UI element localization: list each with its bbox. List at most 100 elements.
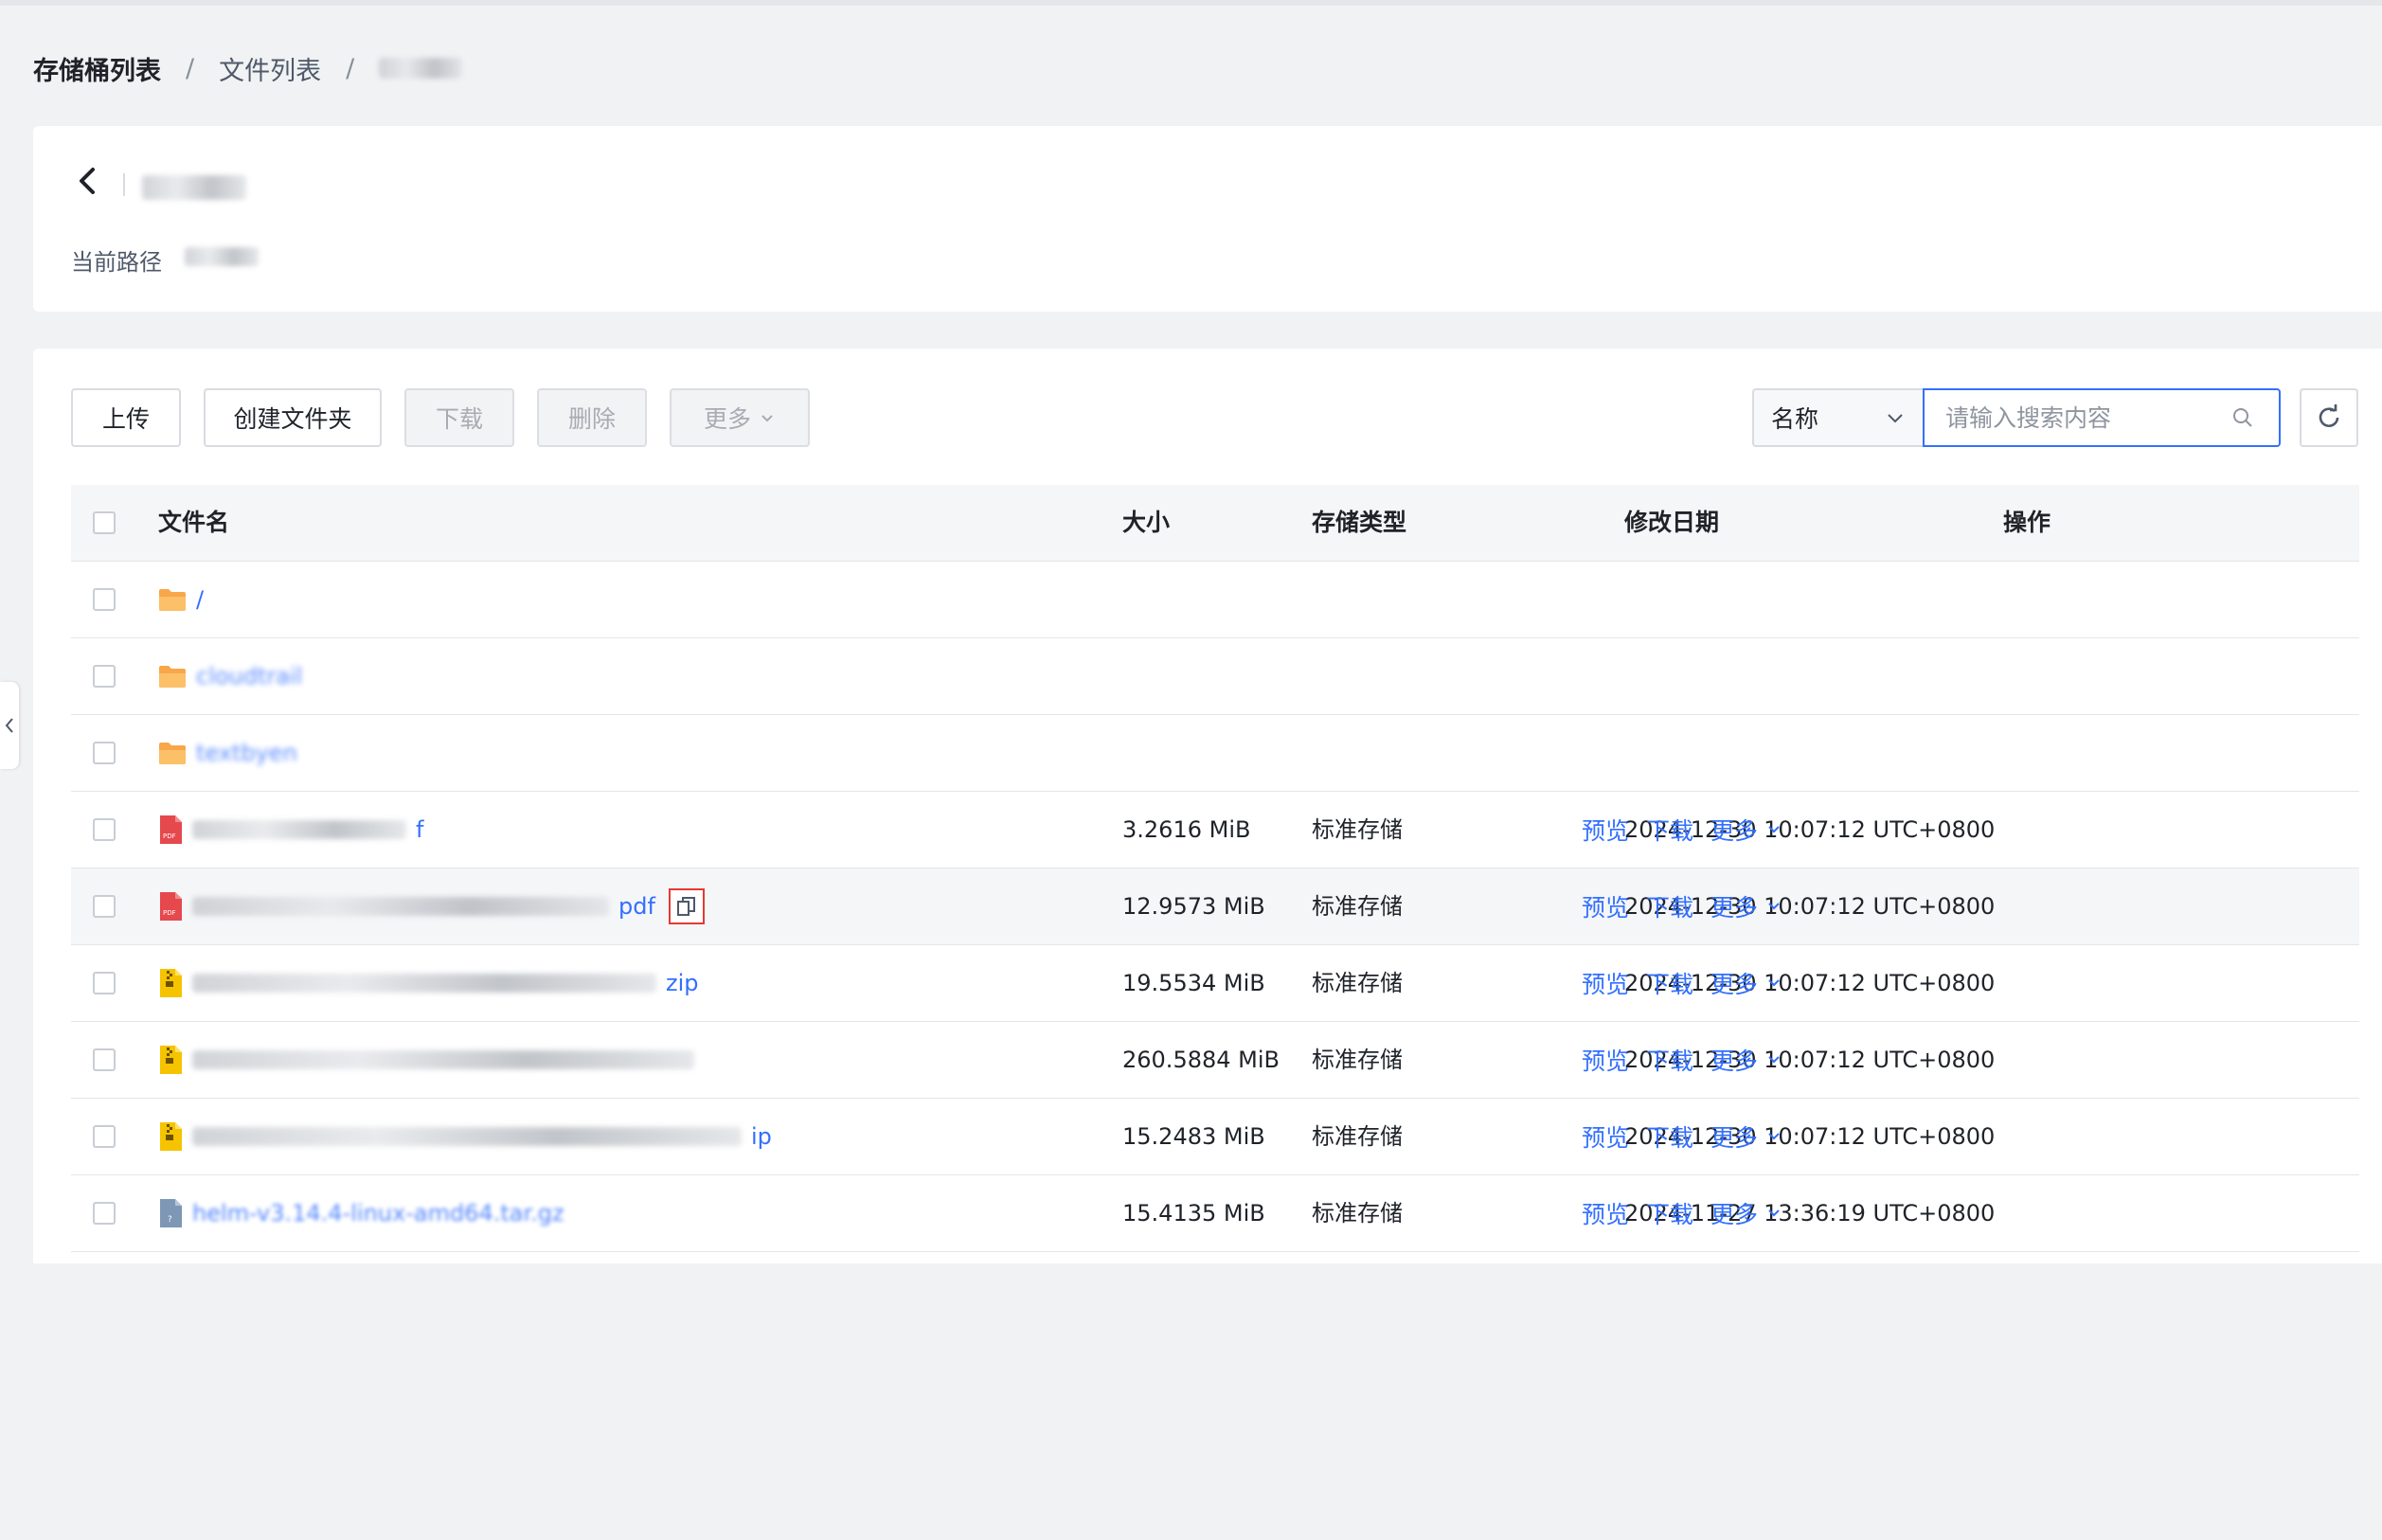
file-icon: ? <box>160 1199 182 1227</box>
file-size: 260.5884 MiB <box>1122 1047 1280 1073</box>
chevron-down-icon <box>1768 979 1780 987</box>
back-button[interactable] <box>71 164 105 198</box>
download-link[interactable]: 下载 <box>1646 966 1693 1000</box>
file-name-redacted <box>192 1127 742 1146</box>
pdf-icon: PDF <box>160 815 182 844</box>
file-name-link[interactable]: textbyen <box>196 740 297 766</box>
delete-button[interactable]: 删除 <box>537 388 647 447</box>
chevron-down-icon <box>1768 826 1780 833</box>
search-icon[interactable] <box>2231 406 2254 429</box>
more-label: 更多 <box>1710 971 1759 998</box>
select-all-checkbox[interactable] <box>93 511 116 534</box>
table-row[interactable]: PDF pdf 12.9573 MiB 标准存储 2024-12-30 10:0… <box>71 868 2359 945</box>
upload-button[interactable]: 上传 <box>71 388 181 447</box>
table-row[interactable]: PDF f 3.2616 MiB 标准存储 2024-12-30 10:07:1… <box>71 792 2359 868</box>
search-input-wrapper <box>1923 388 2281 447</box>
more-actions-dropdown[interactable]: 更多 <box>1710 1043 1782 1077</box>
pdf-icon: PDF <box>160 892 182 921</box>
file-name-link[interactable]: cloudtrail <box>196 663 302 689</box>
file-name-link[interactable]: ip <box>751 1123 772 1150</box>
svg-text:PDF: PDF <box>163 833 176 840</box>
more-actions-dropdown[interactable]: 更多 <box>1710 1119 1782 1154</box>
svg-text:PDF: PDF <box>163 909 176 917</box>
table-row[interactable]: / <box>71 562 2359 638</box>
row-checkbox[interactable] <box>93 1125 116 1148</box>
file-name-cell: zip <box>158 945 699 1021</box>
breadcrumb-file-list[interactable]: 文件列表 <box>219 50 321 87</box>
file-name-link[interactable]: / <box>196 586 204 613</box>
preview-link[interactable]: 预览 <box>1582 813 1629 847</box>
file-name-link[interactable]: pdf <box>618 893 655 920</box>
download-link[interactable]: 下载 <box>1646 813 1693 847</box>
row-checkbox[interactable] <box>93 972 116 994</box>
breadcrumb-current-redacted <box>379 58 463 79</box>
breadcrumb-separator: / <box>346 53 355 83</box>
file-size: 3.2616 MiB <box>1122 816 1251 843</box>
more-label: 更多 <box>1710 1124 1759 1152</box>
sidebar-collapse-toggle[interactable] <box>0 682 19 769</box>
breadcrumb: 存储桶列表 / 文件列表 / <box>33 47 463 89</box>
file-name-redacted <box>192 897 609 916</box>
more-actions-dropdown[interactable]: 更多 <box>1710 1196 1782 1230</box>
preview-link[interactable]: 预览 <box>1582 1119 1629 1154</box>
col-size: 大小 <box>1122 509 1171 536</box>
row-checkbox[interactable] <box>93 665 116 688</box>
download-link[interactable]: 下载 <box>1646 1196 1693 1230</box>
file-name-link[interactable]: helm-v3.14.4-linux-amd64.tar.gz <box>192 1200 564 1227</box>
table-row[interactable]: zip 19.5534 MiB 标准存储 2024-12-30 10:07:12… <box>71 945 2359 1022</box>
col-actions: 操作 <box>2003 509 2051 536</box>
file-name-cell: PDF f <box>158 792 423 868</box>
storage-type: 标准存储 <box>1312 1200 1403 1227</box>
file-list-card: 上传 创建文件夹 下载 删除 更多 名称 文件名 大小 存储类型 修改日期 操作… <box>33 349 2382 1263</box>
row-checkbox[interactable] <box>93 818 116 841</box>
file-name-link[interactable]: zip <box>666 970 699 996</box>
col-name: 文件名 <box>158 509 230 536</box>
more-label: 更多 <box>1710 1201 1759 1228</box>
search-input[interactable] <box>1943 403 2231 433</box>
search-field-value: 名称 <box>1771 405 1819 433</box>
storage-type: 标准存储 <box>1312 970 1403 996</box>
download-link[interactable]: 下载 <box>1646 889 1693 923</box>
back-icon <box>80 168 95 194</box>
create-folder-button[interactable]: 创建文件夹 <box>204 388 382 447</box>
preview-link[interactable]: 预览 <box>1582 1196 1629 1230</box>
preview-link[interactable]: 预览 <box>1582 966 1629 1000</box>
table-row[interactable]: textbyen <box>71 715 2359 792</box>
download-link[interactable]: 下载 <box>1646 1043 1693 1077</box>
copy-name-button[interactable] <box>668 888 705 924</box>
row-actions: 预览 下载 更多 <box>1582 1022 1782 1098</box>
download-link[interactable]: 下载 <box>1646 1119 1693 1154</box>
current-path-redacted <box>185 247 259 266</box>
header-card: 当前路径 <box>33 126 2382 312</box>
file-name-redacted <box>192 820 406 839</box>
download-button[interactable]: 下载 <box>404 388 514 447</box>
more-label: 更多 <box>1710 894 1759 922</box>
row-checkbox[interactable] <box>93 742 116 764</box>
file-name-link[interactable]: f <box>416 816 423 843</box>
zip-icon <box>160 1122 182 1151</box>
preview-link[interactable]: 预览 <box>1582 1043 1629 1077</box>
more-actions-dropdown[interactable]: 更多 <box>1710 889 1782 923</box>
chevron-down-icon <box>1888 414 1903 423</box>
col-modified: 修改日期 <box>1624 509 1720 536</box>
row-checkbox[interactable] <box>93 588 116 611</box>
breadcrumb-bucket-list[interactable]: 存储桶列表 <box>33 50 161 87</box>
file-name-cell: cloudtrail <box>158 638 302 714</box>
more-actions-dropdown[interactable]: 更多 <box>1710 813 1782 847</box>
refresh-button[interactable] <box>2300 388 2358 447</box>
preview-link[interactable]: 预览 <box>1582 889 1629 923</box>
row-checkbox[interactable] <box>93 895 116 918</box>
table-row[interactable]: 260.5884 MiB 标准存储 2024-12-30 10:07:12 UT… <box>71 1022 2359 1099</box>
search-field-select[interactable]: 名称 <box>1752 388 1923 447</box>
storage-type: 标准存储 <box>1312 893 1403 920</box>
more-actions-dropdown[interactable]: 更多 <box>1710 966 1782 1000</box>
file-size: 15.4135 MiB <box>1122 1200 1265 1227</box>
row-checkbox[interactable] <box>93 1048 116 1071</box>
table-row[interactable]: cloudtrail <box>71 638 2359 715</box>
more-dropdown-button[interactable]: 更多 <box>670 388 810 447</box>
table-row[interactable]: ? helm-v3.14.4-linux-amd64.tar.gz 15.413… <box>71 1175 2359 1252</box>
table-row[interactable]: ip 15.2483 MiB 标准存储 2024-12-30 10:07:12 … <box>71 1099 2359 1175</box>
file-name-cell: PDF pdf <box>158 868 705 944</box>
folder-icon <box>159 666 186 688</box>
row-checkbox[interactable] <box>93 1202 116 1225</box>
